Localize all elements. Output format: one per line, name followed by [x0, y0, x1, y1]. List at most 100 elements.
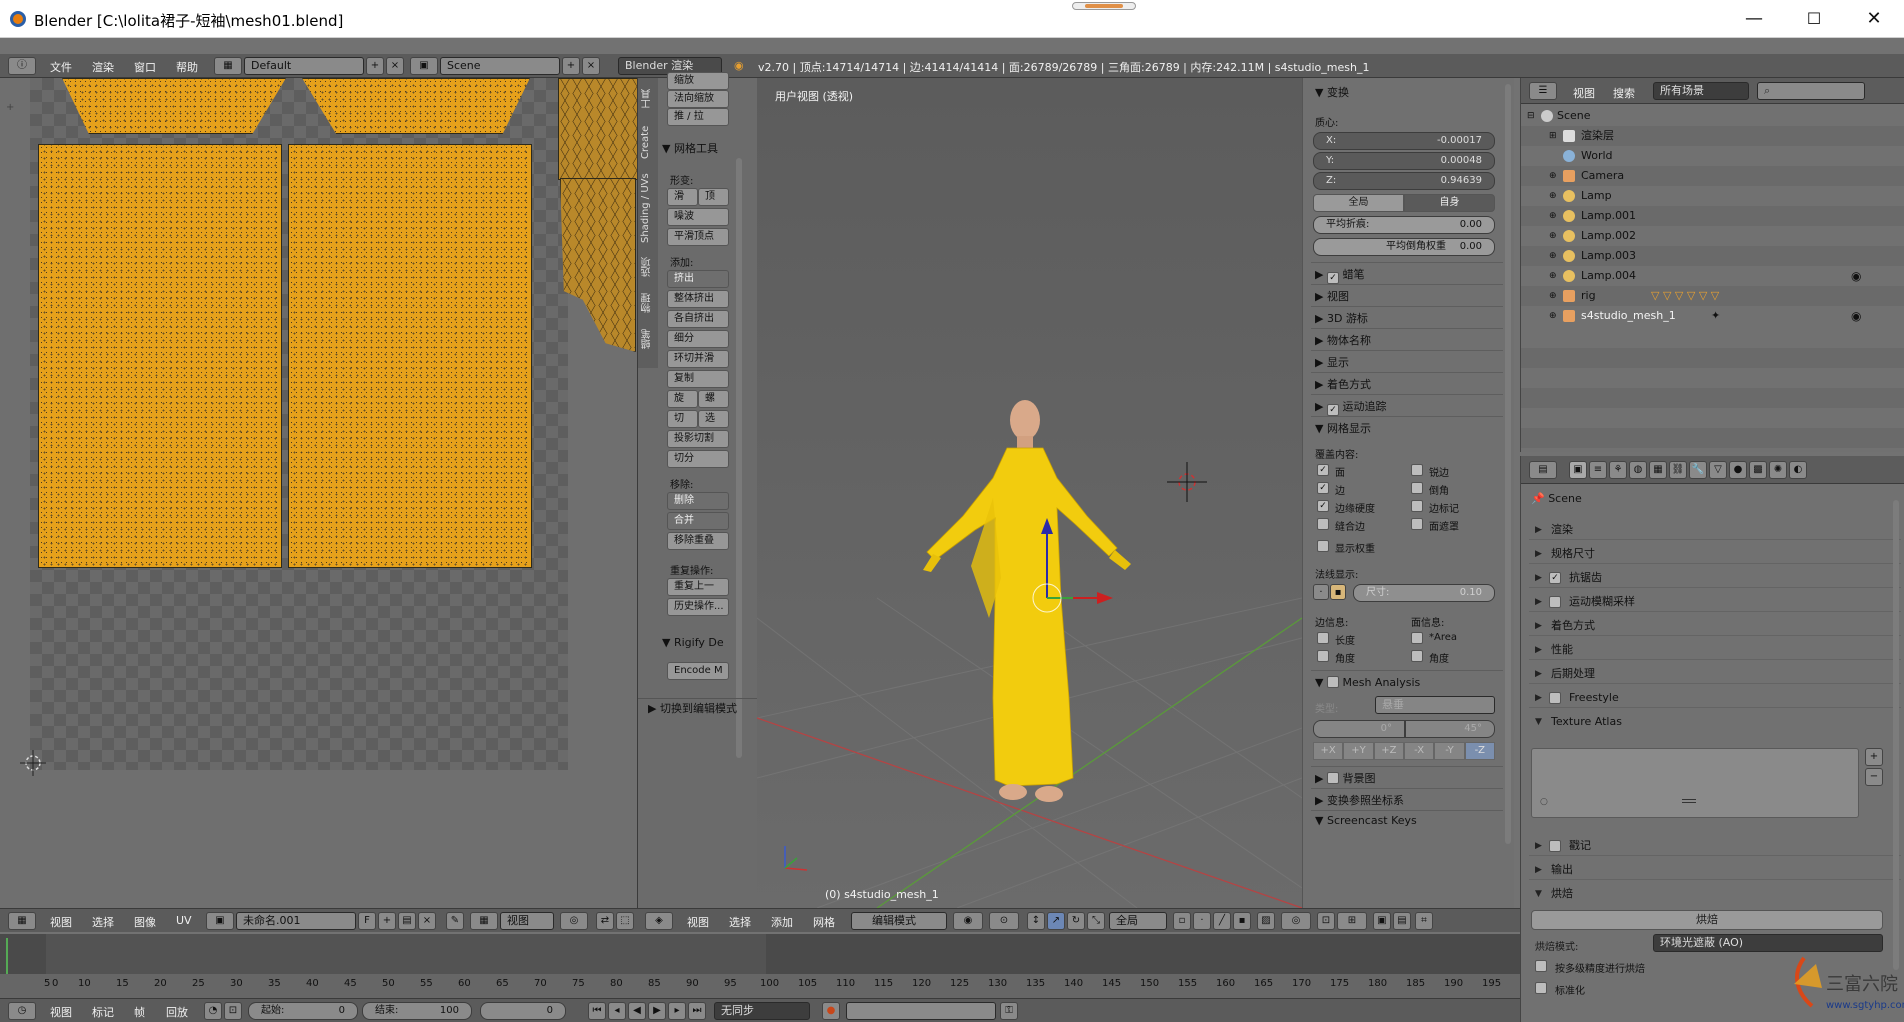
preview-range-icon[interactable]: ◔: [204, 1002, 222, 1020]
item-panel[interactable]: ▶ 物体名称: [1315, 332, 1371, 348]
remove-scene-icon[interactable]: ×: [582, 57, 600, 75]
background-images-panel[interactable]: ▶ 背景图: [1315, 770, 1375, 786]
outliner-filter-dropdown[interactable]: 所有场景: [1653, 82, 1749, 100]
shading-panel[interactable]: ▶ 着色方式: [1315, 376, 1371, 392]
background-images-checkbox[interactable]: [1326, 772, 1339, 784]
record-icon[interactable]: ●: [822, 1002, 840, 1020]
axis-neg-x[interactable]: -X: [1403, 742, 1435, 760]
editor-type-icon[interactable]: ⓘ: [8, 57, 36, 75]
edges-checkbox[interactable]: ✓: [1317, 482, 1329, 494]
maximize-button[interactable]: ☐: [1786, 0, 1842, 38]
axis-pos-z[interactable]: +Z: [1373, 742, 1404, 760]
edge-length-checkbox[interactable]: [1317, 632, 1329, 644]
grease-pencil-panel[interactable]: ▶ ✓ 蜡笔: [1315, 266, 1364, 284]
axis-neg-z[interactable]: -Z: [1464, 742, 1495, 760]
face-select-icon[interactable]: ▪: [1233, 912, 1251, 930]
outliner-row-world[interactable]: World: [1521, 146, 1904, 166]
end-frame-field[interactable]: 结束: 100: [362, 1002, 472, 1020]
subdivide-button[interactable]: 细分: [667, 330, 729, 348]
layers-tab-icon[interactable]: ≡: [1589, 461, 1607, 479]
transform-orientations-panel[interactable]: ▶ 变换参照坐标系: [1315, 792, 1404, 808]
duplicate-button[interactable]: 复制: [667, 370, 729, 388]
layout-dropdown[interactable]: Default: [244, 57, 364, 75]
screencast-keys-panel[interactable]: ▼ Screencast Keys: [1315, 814, 1417, 827]
particles-tab-icon[interactable]: ✺: [1769, 461, 1787, 479]
2d-cursor-icon[interactable]: [20, 750, 46, 776]
uv-menu-select[interactable]: 选择: [92, 914, 114, 930]
median-z-field[interactable]: Z: 0.94639: [1313, 172, 1495, 190]
antialiasing-panel[interactable]: ▶ ✓ 抗锯齿: [1529, 568, 1901, 588]
push-pull-button[interactable]: 推 / 拉: [667, 108, 729, 126]
smooth-vertex-button[interactable]: 平滑顶点: [667, 228, 729, 246]
knife-select-button[interactable]: 选: [698, 410, 729, 428]
eye-icon[interactable]: ◉: [1851, 266, 1861, 286]
timeline-menu-marker[interactable]: 标记: [92, 1004, 114, 1020]
lock-range-icon[interactable]: ⊡: [224, 1002, 242, 1020]
outliner-row-lamp-001[interactable]: ⊕ Lamp.001: [1521, 206, 1904, 226]
axis-pos-x[interactable]: +X: [1313, 742, 1344, 760]
manipulator-toggle-icon[interactable]: ↕: [1027, 912, 1045, 930]
list-filter-icon[interactable]: ○: [1540, 797, 1548, 807]
shading-props-panel[interactable]: ▶ 着色方式: [1529, 616, 1901, 636]
translate-icon[interactable]: ↗: [1047, 912, 1065, 930]
pin-icon[interactable]: 📌: [1531, 492, 1545, 505]
resize-button[interactable]: 缩放: [667, 72, 729, 90]
tab-grease-pencil[interactable]: 蜡笔: [640, 322, 656, 356]
constraints-tab-icon[interactable]: ⛓: [1669, 461, 1687, 479]
mean-bevel-field[interactable]: 平均倒角权重 0.00: [1313, 238, 1495, 256]
add-scene-icon[interactable]: +: [562, 57, 580, 75]
3d-menu-view[interactable]: 视图: [687, 914, 709, 930]
toggle-editmode-header[interactable]: ▶ 切换到编辑模式: [648, 700, 737, 716]
merge-dropdown[interactable]: 合并: [667, 512, 729, 530]
outliner-menu-view[interactable]: 视图: [1573, 85, 1595, 101]
tab-shading-uvs[interactable]: Shading / UVs: [640, 170, 656, 246]
vertex-select-icon[interactable]: ·: [1193, 912, 1211, 930]
uv-menu-uv[interactable]: UV: [176, 914, 192, 927]
outliner-search-input[interactable]: ⌕: [1757, 82, 1865, 100]
data-tab-icon[interactable]: ▽: [1709, 461, 1727, 479]
3d-menu-select[interactable]: 选择: [729, 914, 751, 930]
encode-mesh-button[interactable]: Encode M: [667, 662, 729, 680]
modifiers-tab-icon[interactable]: 🔧: [1689, 461, 1707, 479]
bake-panel[interactable]: ▼ 烘焙: [1529, 884, 1901, 904]
grease-pencil-checkbox[interactable]: ✓: [1326, 272, 1339, 284]
shading-mode-icon[interactable]: ◉: [953, 912, 983, 930]
repeat-last-button[interactable]: 重复上一: [667, 578, 729, 596]
3d-viewport[interactable]: 用户视图 (透视) (0) s4studio_mesh_1: [757, 78, 1302, 908]
eye-icon[interactable]: ◉: [1851, 306, 1861, 326]
sync-selection-icon[interactable]: ⇄: [596, 912, 614, 930]
freestyle-checkbox[interactable]: [1549, 692, 1561, 704]
median-y-field[interactable]: Y: 0.00048: [1313, 152, 1495, 170]
loop-cut-slide-button[interactable]: 环切并滑: [667, 350, 729, 368]
outliner-row-lamp-003[interactable]: ⊕ Lamp.003: [1521, 246, 1904, 266]
render-panel[interactable]: ▶ 渲染: [1529, 520, 1901, 540]
timeline[interactable]: 5 0 10 15 20 25 30 35 40 45 50 55 60 65 …: [0, 934, 1520, 998]
output-panel[interactable]: ▶ 输出: [1529, 860, 1901, 880]
vertex-slide-button[interactable]: 顶: [698, 188, 729, 206]
extrude-region-button[interactable]: 整体挤出: [667, 290, 729, 308]
scene-dropdown[interactable]: Scene: [440, 57, 560, 75]
face-angle-checkbox[interactable]: [1411, 650, 1423, 662]
tab-tools[interactable]: 工具: [640, 82, 656, 116]
stamp-checkbox[interactable]: [1549, 840, 1561, 852]
texture-atlas-list[interactable]: ○: [1531, 748, 1859, 818]
motion-tracking-checkbox[interactable]: ✓: [1326, 404, 1339, 416]
seams-checkbox[interactable]: [1317, 518, 1329, 530]
play-reverse-icon[interactable]: ◀: [628, 1002, 646, 1020]
orientation-dropdown[interactable]: 全局: [1109, 912, 1167, 930]
global-toggle[interactable]: 全局: [1313, 194, 1404, 212]
tab-physics[interactable]: 物理: [640, 286, 656, 320]
axis-pos-y[interactable]: +Y: [1343, 742, 1374, 760]
uv-image-editor[interactable]: +: [0, 78, 637, 908]
shrink-fatten-button[interactable]: 法向缩放: [667, 90, 729, 108]
jump-start-icon[interactable]: ⏮: [588, 1002, 606, 1020]
edge-select-icon[interactable]: ╱: [1213, 912, 1231, 930]
transform-panel-header[interactable]: ▼ 变换: [1315, 84, 1349, 100]
tab-options[interactable]: 选项: [640, 250, 656, 284]
faces-checkbox[interactable]: ✓: [1317, 464, 1329, 476]
outliner-row-lamp-004[interactable]: ⊕ Lamp.004 ◉: [1521, 266, 1904, 286]
analysis-type-dropdown[interactable]: 悬垂: [1375, 696, 1495, 714]
dimensions-panel[interactable]: ▶ 规格尺寸: [1529, 544, 1901, 564]
uv-select-mode-icon[interactable]: ⬚: [616, 912, 634, 930]
knife-project-button[interactable]: 投影切割: [667, 430, 729, 448]
